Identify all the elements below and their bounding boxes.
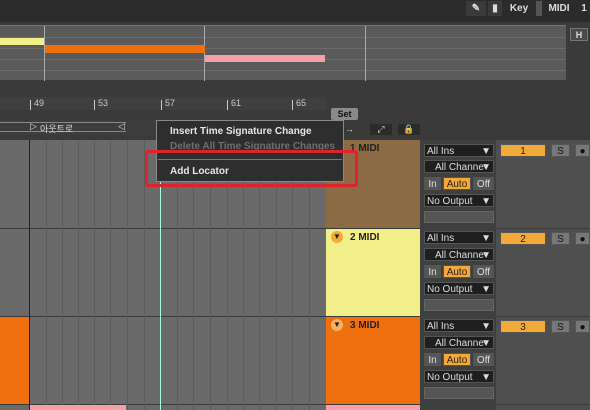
- monitor-off-button[interactable]: Off: [473, 177, 494, 190]
- arm-icon[interactable]: ●: [575, 232, 590, 245]
- input-channel-select[interactable]: All Channe ▼: [424, 336, 494, 349]
- follow-arrow-icon[interactable]: →: [345, 124, 358, 134]
- solo-button[interactable]: S: [551, 320, 570, 333]
- output-channel-select[interactable]: [424, 299, 494, 311]
- top-bar: ✎ ▮ Key MIDI 1: [0, 0, 590, 22]
- output-type-select[interactable]: No Output ▼: [424, 194, 494, 207]
- locator-end-icon: ◁: [118, 121, 125, 131]
- monitor-in-button[interactable]: In: [424, 177, 441, 190]
- track-activator-button[interactable]: 3: [500, 320, 546, 333]
- monitor-in-button[interactable]: In: [424, 353, 441, 366]
- monitor-auto-button[interactable]: Auto: [443, 353, 471, 366]
- output-channel-select[interactable]: [424, 211, 494, 223]
- beat-time-ruler[interactable]: [0, 97, 326, 110]
- separator: [536, 1, 542, 16]
- ruler-tick: 65: [296, 98, 307, 108]
- input-type-select[interactable]: All Ins ▼: [424, 319, 494, 332]
- cpu-meter: 1: [581, 3, 587, 14]
- overview-clip: [45, 45, 205, 53]
- mixer-strip-4: [496, 405, 590, 410]
- edit-icon[interactable]: ▮: [488, 1, 502, 16]
- arm-icon[interactable]: ●: [575, 320, 590, 333]
- highlight-box: [145, 150, 358, 187]
- fold-icon[interactable]: ▼: [331, 319, 343, 331]
- hide-overview-button[interactable]: H: [570, 28, 588, 41]
- input-channel-select[interactable]: All Channe ▼: [424, 248, 494, 261]
- locator-arrow-icon: ▷: [30, 121, 37, 131]
- monitor-auto-button[interactable]: Auto: [443, 177, 471, 190]
- locator-name[interactable]: 아웃트로: [40, 122, 73, 135]
- input-type-select[interactable]: All Ins ▼: [424, 144, 494, 157]
- solo-button[interactable]: S: [551, 144, 570, 157]
- track-header-4[interactable]: [326, 405, 420, 410]
- menu-item-insert-time-signature[interactable]: Insert Time Signature Change: [170, 126, 312, 137]
- arrangement-overview[interactable]: [0, 25, 566, 81]
- monitor-off-button[interactable]: Off: [473, 353, 494, 366]
- ruler-tick: 57: [165, 98, 176, 108]
- track-activator-button[interactable]: 1: [500, 144, 546, 157]
- overview-clip: [0, 38, 44, 45]
- monitor-auto-button[interactable]: Auto: [443, 265, 471, 278]
- ruler-tick: 61: [231, 98, 242, 108]
- midi-clip[interactable]: [0, 317, 29, 404]
- monitor-off-button[interactable]: Off: [473, 265, 494, 278]
- output-type-select[interactable]: No Output ▼: [424, 282, 494, 295]
- midi-clip[interactable]: [30, 405, 126, 410]
- input-type-select[interactable]: All Ins ▼: [424, 231, 494, 244]
- track-activator-button[interactable]: 2: [500, 232, 546, 245]
- expand-icon[interactable]: ⤢: [370, 124, 392, 135]
- ruler-tick: 53: [98, 98, 109, 108]
- output-type-select[interactable]: No Output ▼: [424, 370, 494, 383]
- ruler-tick: 49: [34, 98, 45, 108]
- midi-map-button[interactable]: MIDI: [544, 1, 574, 16]
- track-lane-2[interactable]: [0, 229, 326, 316]
- key-map-button[interactable]: Key: [506, 1, 532, 16]
- monitor-in-button[interactable]: In: [424, 265, 441, 278]
- fold-icon[interactable]: ▼: [331, 231, 343, 243]
- track-lane-3[interactable]: [0, 317, 326, 404]
- set-locator-button[interactable]: Set: [331, 108, 358, 120]
- output-channel-select[interactable]: [424, 387, 494, 399]
- overview-clip: [205, 55, 325, 62]
- solo-button[interactable]: S: [551, 232, 570, 245]
- input-channel-select[interactable]: All Channe ▼: [424, 160, 494, 173]
- pencil-icon[interactable]: ✎: [466, 1, 486, 16]
- lock-icon[interactable]: 🔒: [398, 124, 420, 135]
- arm-icon[interactable]: ●: [575, 144, 590, 157]
